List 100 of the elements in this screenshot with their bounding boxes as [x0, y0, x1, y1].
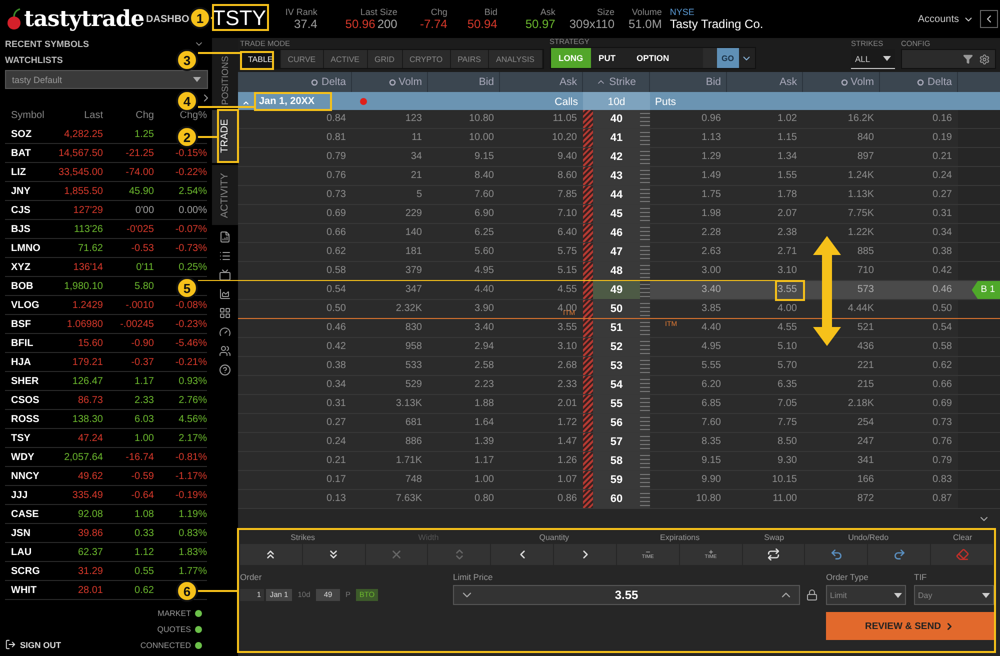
tif-dropdown[interactable]: Day	[914, 585, 994, 605]
put-cell[interactable]: 7.60	[650, 414, 727, 432]
put-cell[interactable]: 0.27	[880, 186, 958, 204]
put-cell[interactable]: 1.98	[650, 205, 727, 223]
put-cell[interactable]: 10.80	[650, 490, 727, 508]
call-cell[interactable]: 34	[352, 148, 428, 166]
put-cell[interactable]: 2.38	[727, 224, 803, 242]
call-cell[interactable]: 1.00	[428, 471, 500, 489]
symbol-cell[interactable]: CJS	[5, 201, 55, 220]
call-cell[interactable]: 3.13K	[352, 395, 428, 413]
call-cell[interactable]: 3.40	[428, 319, 500, 337]
put-cell[interactable]: 215	[803, 376, 880, 394]
report-icon[interactable]	[219, 230, 231, 242]
call-cell[interactable]: 2.33	[500, 376, 583, 394]
symbol-cell[interactable]: LIZ	[5, 163, 55, 182]
symbol-cell[interactable]: NNCY	[5, 467, 55, 486]
call-cell[interactable]: 1.71K	[352, 452, 428, 470]
strategy-button[interactable]: LONG	[550, 48, 591, 68]
symbol-cell[interactable]: HJA	[5, 353, 55, 372]
call-cell[interactable]: 379	[352, 262, 428, 280]
call-cell[interactable]: 0.79	[238, 148, 352, 166]
call-cell[interactable]: 4.55	[500, 281, 583, 299]
call-cell[interactable]: 1.26	[500, 452, 583, 470]
put-cell[interactable]: 1.78	[727, 186, 803, 204]
strategy-button[interactable]: OPTION	[628, 48, 703, 68]
put-cell[interactable]: 0.31	[880, 205, 958, 223]
gauge-icon[interactable]	[219, 326, 231, 338]
put-cell[interactable]: 9.90	[650, 471, 727, 489]
put-cell[interactable]: 1.24K	[803, 167, 880, 185]
put-cell[interactable]: 0.50	[880, 300, 958, 318]
put-cell[interactable]: 10.15	[727, 471, 803, 489]
call-cell[interactable]: 9.40	[500, 148, 583, 166]
chart-icon[interactable]	[219, 288, 231, 300]
put-cell[interactable]: 0.58	[880, 338, 958, 356]
put-cell[interactable]: 166	[803, 471, 880, 489]
put-cell[interactable]: 8.35	[650, 433, 727, 451]
call-cell[interactable]: 830	[352, 319, 428, 337]
symbol-cell[interactable]: JNY	[5, 182, 55, 201]
symbol-cell[interactable]: LMNO	[5, 239, 55, 258]
call-cell[interactable]: 21	[352, 167, 428, 185]
side-tab[interactable]: ACTIVITY	[212, 165, 238, 225]
call-cell[interactable]: 2.32K	[352, 300, 428, 318]
call-cell[interactable]: 7.85	[500, 186, 583, 204]
call-cell[interactable]: 0.34	[238, 376, 352, 394]
grid-icon[interactable]	[219, 306, 231, 318]
put-cell[interactable]: 254	[803, 414, 880, 432]
symbol-cell[interactable]: BAT	[5, 144, 55, 163]
put-cell[interactable]: 2.28	[650, 224, 727, 242]
symbol-cell[interactable]: BOB	[5, 277, 55, 296]
put-cell[interactable]: 1.55	[727, 167, 803, 185]
call-cell[interactable]: 0.62	[238, 243, 352, 261]
call-cell[interactable]: 3.55	[500, 319, 583, 337]
put-cell[interactable]: 3.10	[727, 262, 803, 280]
call-cell[interactable]: 0.80	[428, 490, 500, 508]
symbol-cell[interactable]: JJJ	[5, 486, 55, 505]
call-cell[interactable]: 8.60	[500, 167, 583, 185]
put-cell[interactable]: 8.50	[727, 433, 803, 451]
call-cell[interactable]: 886	[352, 433, 428, 451]
symbol-cell[interactable]: VLOG	[5, 296, 55, 315]
call-cell[interactable]: 2.58	[428, 357, 500, 375]
call-cell[interactable]: 6.90	[428, 205, 500, 223]
symbol-cell[interactable]: WHIT	[5, 581, 55, 600]
call-cell[interactable]: 11	[352, 129, 428, 147]
call-cell[interactable]: 123	[352, 110, 428, 128]
help-icon[interactable]	[219, 364, 231, 376]
call-cell[interactable]: 5.60	[428, 243, 500, 261]
put-cell[interactable]: 436	[803, 338, 880, 356]
put-cell[interactable]: 247	[803, 433, 880, 451]
call-cell[interactable]: 1.47	[500, 433, 583, 451]
order-type-dropdown[interactable]: Limit	[826, 585, 906, 605]
call-cell[interactable]: 10.00	[428, 129, 500, 147]
call-cell[interactable]: 10.20	[500, 129, 583, 147]
put-cell[interactable]: 2.63	[650, 243, 727, 261]
symbol-cell[interactable]: BSF	[5, 315, 55, 334]
put-cell[interactable]: 4.95	[650, 338, 727, 356]
call-cell[interactable]: 4.40	[428, 281, 500, 299]
call-cell[interactable]: 681	[352, 414, 428, 432]
call-cell[interactable]: 0.46	[238, 319, 352, 337]
call-cell[interactable]: 0.66	[238, 224, 352, 242]
call-cell[interactable]: 0.13	[238, 490, 352, 508]
call-cell[interactable]: 10.80	[428, 110, 500, 128]
call-cell[interactable]: 0.27	[238, 414, 352, 432]
put-cell[interactable]: 4.55	[727, 319, 803, 337]
call-cell[interactable]: 5.75	[500, 243, 583, 261]
call-cell[interactable]: 0.86	[500, 490, 583, 508]
call-cell[interactable]: 529	[352, 376, 428, 394]
go-button[interactable]: GO	[716, 48, 739, 68]
put-cell[interactable]: 4.00	[727, 300, 803, 318]
call-cell[interactable]: 0.73	[238, 186, 352, 204]
symbol-cell[interactable]: CSOS	[5, 391, 55, 410]
put-cell[interactable]: 1.22K	[803, 224, 880, 242]
call-cell[interactable]: 1.88	[428, 395, 500, 413]
symbol-cell[interactable]: BJS	[5, 220, 55, 239]
put-cell[interactable]: 9.15	[650, 452, 727, 470]
call-cell[interactable]: 0.54	[238, 281, 352, 299]
put-cell[interactable]: 0.83	[880, 471, 958, 489]
call-cell[interactable]: 0.31	[238, 395, 352, 413]
call-cell[interactable]: 0.69	[238, 205, 352, 223]
call-cell[interactable]: 0.42	[238, 338, 352, 356]
call-cell[interactable]: 0.81	[238, 129, 352, 147]
